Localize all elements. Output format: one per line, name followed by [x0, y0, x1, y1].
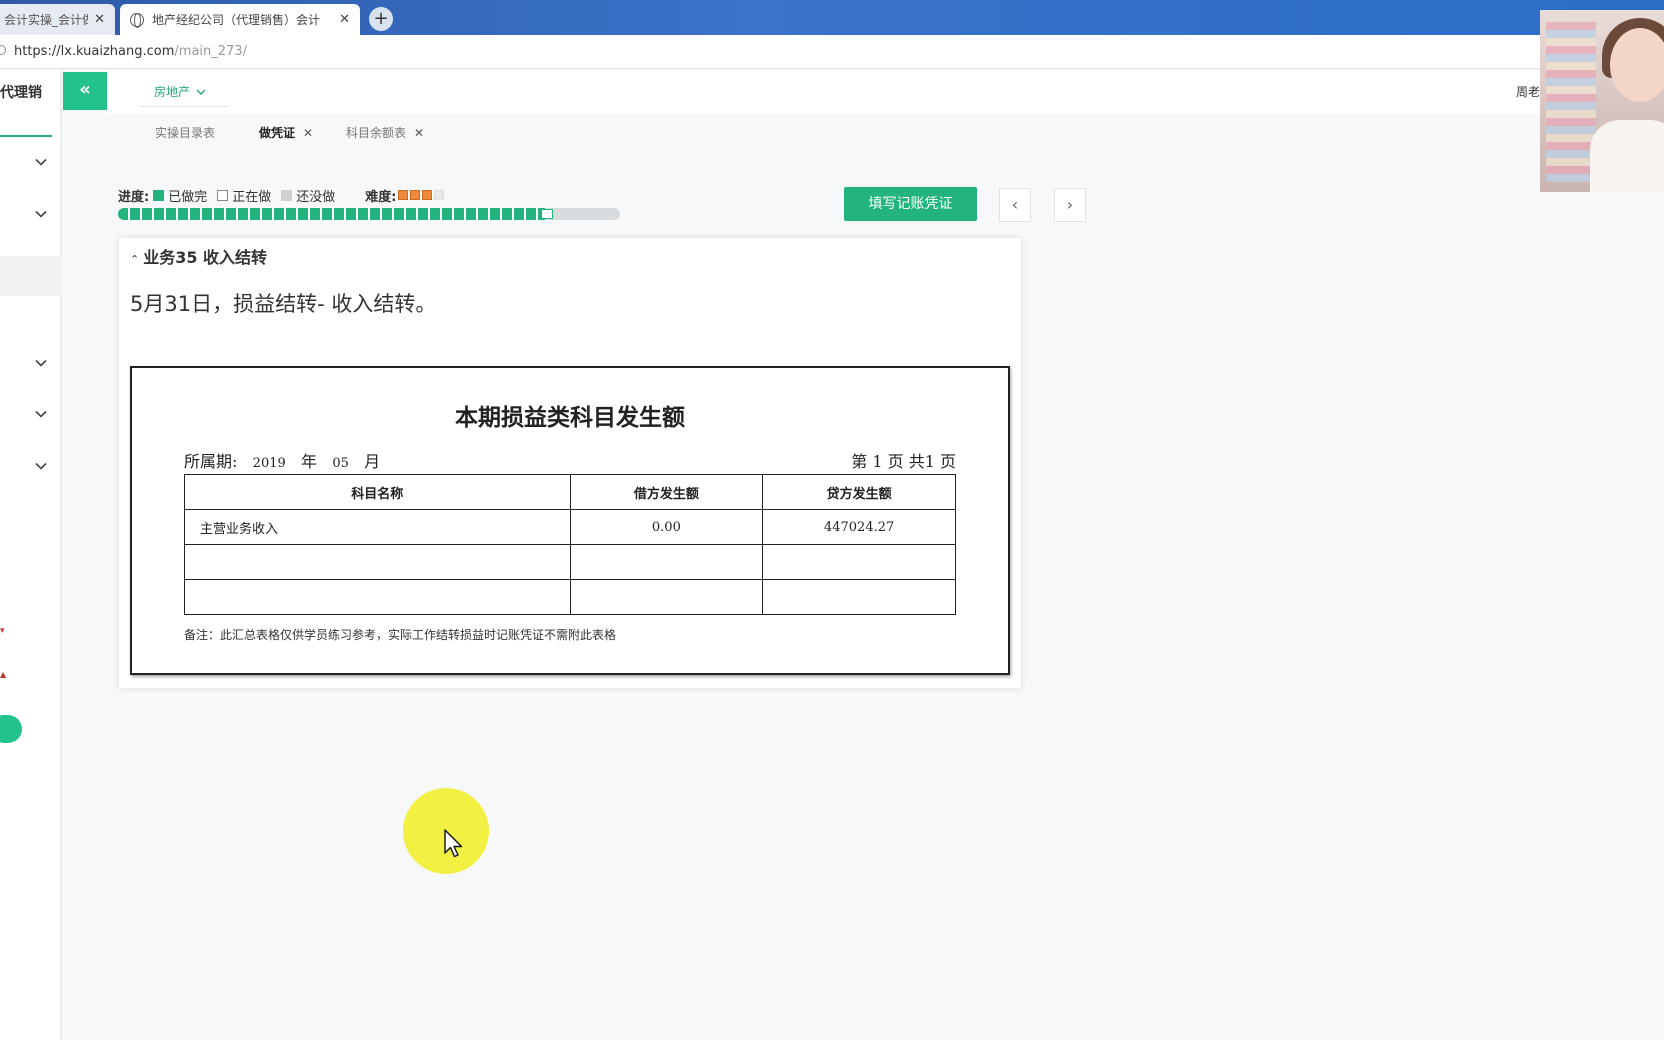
sidebar-brand: 代理销 [0, 85, 42, 101]
url-path: /main_273/ [174, 44, 247, 59]
new-tab-button[interactable]: + [369, 7, 393, 31]
period-month: 05 [332, 456, 349, 471]
progress-current-marker[interactable] [541, 209, 553, 219]
progress-bar[interactable] [118, 208, 620, 220]
document-page-number: 第 1 页 共1 页 [851, 452, 956, 471]
table-cell [762, 579, 956, 615]
progress-label: 进度: [118, 190, 150, 205]
tab-label: 科目余额表 [346, 126, 407, 140]
star-icon [422, 190, 433, 200]
legend-todo: 还没做 [296, 190, 336, 205]
table-cell [569, 544, 764, 580]
column-header: 借方发生额 [569, 474, 764, 510]
sidebar-brand-underline [0, 135, 52, 137]
table-row: 主营业务收入 0.00 447024.27 [184, 509, 956, 545]
address-bar[interactable]: https://lx.kuaizhang.com/main_273/ [0, 35, 1664, 69]
chevron-down-icon[interactable] [34, 458, 48, 472]
chevron-down-icon[interactable] [34, 206, 48, 220]
site-info-icon[interactable] [0, 45, 6, 55]
mouse-cursor-icon [444, 829, 463, 858]
close-icon[interactable]: ✕ [303, 126, 313, 140]
browser-tab-label: 地产经纪公司（代理销售）会计 [152, 13, 321, 27]
period-label: 所属期: [184, 452, 238, 471]
presenter-face-image [1610, 28, 1664, 102]
table-cell [184, 579, 571, 615]
progress-bar-fill [118, 208, 545, 220]
table-cell [762, 544, 956, 580]
close-icon[interactable]: ✕ [94, 12, 105, 27]
top-bar: 房地产 周老师 [108, 70, 1664, 114]
document-period: 所属期: 2019 年 05 月 [184, 448, 380, 472]
task-panel: ⌃ 业务35 收入结转 5月31日，损益结转- 收入结转。 本期损益类科目发生额 … [119, 238, 1021, 688]
table-row [184, 579, 956, 615]
table-header-row: 科目名称 借方发生额 贷方发生额 [184, 474, 956, 510]
period-year-unit: 年 [301, 452, 318, 471]
task-title[interactable]: ⌃ 业务35 收入结转 [130, 244, 267, 268]
period-month-unit: 月 [364, 452, 381, 471]
table-row [184, 544, 956, 580]
doing-square-icon [217, 190, 229, 201]
presenter-body-image [1590, 120, 1664, 192]
chevron-down-icon[interactable] [34, 154, 48, 168]
fill-voucher-button[interactable]: 填写记账凭证 [844, 187, 977, 221]
hot-badge-icon: ▾ [0, 626, 5, 636]
browser-tab-1[interactable]: 会计实操_会计做 ✕ [0, 4, 115, 35]
url-text[interactable]: https://lx.kuaizhang.com/main_273/ [14, 44, 247, 59]
chevron-down-icon [196, 89, 206, 95]
tab-catalog[interactable]: 实操目录表 [155, 124, 215, 141]
todo-square-icon [281, 190, 293, 201]
tab-label: 实操目录表 [155, 126, 216, 140]
tab-label: 做凭证 [259, 126, 296, 140]
column-header: 贷方发生额 [762, 474, 956, 510]
sidebar: 代理销 ▾ ▲ [0, 70, 62, 1040]
table-cell: 0.00 [569, 509, 764, 545]
document-title: 本期损益类科目发生额 [455, 405, 685, 431]
legend-done: 已做完 [168, 190, 208, 205]
department-value: 房地产 [154, 85, 191, 99]
sidebar-action-pill[interactable] [0, 715, 22, 743]
url-host: https://lx.kuaizhang.com [14, 44, 175, 59]
column-header: 科目名称 [184, 474, 571, 510]
star-icon [434, 190, 445, 200]
task-description: 5月31日，损益结转- 收入结转。 [130, 292, 437, 316]
browser-tab-2[interactable]: 地产经纪公司（代理销售）会计 ✕ [120, 4, 360, 35]
hot-icon: ▲ [0, 670, 7, 679]
progress-legend: 进度: 已做完 正在做 还没做 难度: [118, 186, 445, 205]
tab-balance[interactable]: 科目余额表 ✕ [346, 124, 424, 141]
globe-icon [130, 12, 144, 28]
difficulty-label: 难度: [365, 190, 397, 205]
done-square-icon [153, 190, 165, 201]
browser-tab-bar: 会计实操_会计做 ✕ 地产经纪公司（代理销售）会计 ✕ + [0, 0, 1664, 35]
prev-button[interactable]: ‹ [999, 188, 1031, 222]
sidebar-collapse-button[interactable]: « [63, 72, 107, 110]
table-cell: 447024.27 [762, 509, 956, 545]
close-icon[interactable]: ✕ [414, 126, 424, 140]
difficulty-stars [396, 188, 445, 203]
source-document: 本期损益类科目发生额 所属期: 2019 年 05 月 第 1 页 共1 页 科… [130, 366, 1010, 675]
chevron-down-icon[interactable] [34, 355, 48, 369]
period-year: 2019 [252, 456, 286, 471]
summary-table: 科目名称 借方发生额 贷方发生额 主营业务收入 0.00 447024.27 [184, 474, 956, 615]
close-icon[interactable]: ✕ [339, 12, 350, 27]
sidebar-item-active[interactable] [0, 256, 62, 296]
browser-tab-label: 会计实操_会计做 [4, 13, 89, 27]
legend-doing: 正在做 [232, 190, 272, 205]
table-cell: 主营业务收入 [184, 509, 571, 545]
task-title-text: 业务35 收入结转 [143, 248, 268, 267]
star-icon [398, 190, 409, 200]
star-icon [410, 190, 421, 200]
department-select[interactable]: 房地产 [140, 77, 228, 107]
chevron-up-icon[interactable]: ⌃ [130, 253, 139, 266]
next-button[interactable]: › [1054, 188, 1086, 222]
bookshelf-image [1546, 22, 1596, 182]
table-cell [569, 579, 764, 615]
tab-voucher[interactable]: 做凭证 ✕ [259, 124, 313, 141]
chevron-down-icon[interactable] [34, 406, 48, 420]
webcam-overlay [1540, 10, 1664, 192]
document-note: 备注：此汇总表格仅供学员练习参考，实际工作结转损益时记账凭证不需附此表格 [184, 628, 617, 642]
table-cell [184, 544, 571, 580]
